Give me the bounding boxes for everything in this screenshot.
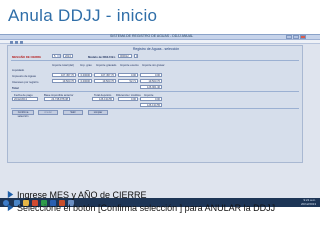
table-cell[interactable]: 0,00 xyxy=(140,73,162,77)
minimize-button[interactable] xyxy=(286,35,292,39)
registro-form: Registro de Aguas - selección MES/AÑO DE… xyxy=(7,45,303,163)
app-window-title: SISTEMA DE REGISTRO DE AGUAS - DDJJ ANUA… xyxy=(110,34,194,38)
total-deposito-field[interactable]: 126.134,55 xyxy=(92,97,114,101)
col-header: Importe sin gravar xyxy=(142,63,165,67)
app-toolbar xyxy=(0,40,320,44)
window-controls xyxy=(286,35,306,39)
lower-total-value: 126.134,55 xyxy=(140,103,162,107)
col-header: Imp. grav. xyxy=(80,63,93,67)
col-header: Importe exento xyxy=(120,63,139,67)
limpiar-button[interactable]: Limpiar xyxy=(88,110,108,115)
application-screenshot: SISTEMA DE REGISTRO DE AGUAS - DDJJ ANUA… xyxy=(0,34,320,207)
table-cell[interactable]: 52,71 xyxy=(118,79,138,83)
system-tray[interactable]: 9:21 a.m. 20/12/2013 xyxy=(300,198,316,206)
row-label: Intereses por registro xyxy=(12,80,39,84)
row-label: Impuesto de Aguas xyxy=(12,74,36,78)
mes-select[interactable]: 5 xyxy=(52,54,61,58)
instruction-item: Seleccione el botón [Confirma selección … xyxy=(6,201,275,214)
table-cell[interactable]: 0,00000 xyxy=(78,73,92,77)
tray-date: 20/12/2013 xyxy=(300,201,316,206)
modelo-code-field[interactable]: 0 xyxy=(134,54,138,58)
fecha-pago-field[interactable]: 20/12/2013 xyxy=(12,97,38,101)
anular-button[interactable]: Anular xyxy=(38,110,58,115)
total-label: Total xyxy=(12,86,19,90)
row-label: Liquidado xyxy=(12,68,25,72)
col-header: Importe gravado xyxy=(96,63,117,67)
modelo-number-field[interactable]: 000012 xyxy=(118,54,132,58)
col-header: Importe total (del) xyxy=(52,63,74,67)
table-cell[interactable]: 107.457,70 xyxy=(52,73,76,77)
diferencia-field[interactable]: 0,00 xyxy=(118,97,138,101)
confirma-seleccion-button[interactable]: Confirma selección xyxy=(12,110,34,118)
base-imponible-field[interactable]: 24.748.978,38 xyxy=(44,97,70,101)
arrow-bullet-icon xyxy=(7,203,14,212)
instruction-item: Ingrese MES y AÑO de CIERRE xyxy=(6,188,275,201)
table-cell[interactable]: 107.457,70 xyxy=(94,73,116,77)
table-cell[interactable]: 19.503,76 xyxy=(140,79,162,83)
anio-input[interactable]: 2013 xyxy=(63,54,73,58)
maximize-button[interactable] xyxy=(293,35,299,39)
toolbar-icon[interactable] xyxy=(10,40,13,44)
table-cell[interactable]: 19.503,76 xyxy=(94,79,116,83)
form-title: Registro de Aguas - selección xyxy=(132,47,180,51)
salir-button[interactable]: Salir xyxy=(63,110,83,115)
toolbar-icon[interactable] xyxy=(15,40,18,44)
divider xyxy=(11,91,299,92)
arrow-bullet-icon xyxy=(7,190,14,199)
toolbar-icon[interactable] xyxy=(20,40,23,44)
divider xyxy=(11,108,299,109)
slide-title: Anula DDJJ - inicio xyxy=(8,6,158,25)
table-cell[interactable]: 0,00 xyxy=(118,73,138,77)
mes-anio-label: MES/AÑO DE CIERRE xyxy=(12,55,42,59)
instruction-text: Ingrese MES y AÑO de CIERRE xyxy=(17,189,147,200)
modelo-label: Modelo de DDJJ Nro xyxy=(88,55,116,59)
total-value: 126.961,46 xyxy=(140,85,162,89)
close-button[interactable] xyxy=(300,35,306,39)
importe-field[interactable]: 0,00 xyxy=(140,97,162,101)
divider xyxy=(11,60,299,61)
instruction-list: Ingrese MES y AÑO de CIERRE Seleccione e… xyxy=(6,188,275,214)
table-cell[interactable]: 0,00000 xyxy=(78,79,92,83)
table-cell[interactable]: 19.503,76 xyxy=(52,79,76,83)
instruction-text: Seleccione el botón [Confirma selección … xyxy=(17,202,276,213)
